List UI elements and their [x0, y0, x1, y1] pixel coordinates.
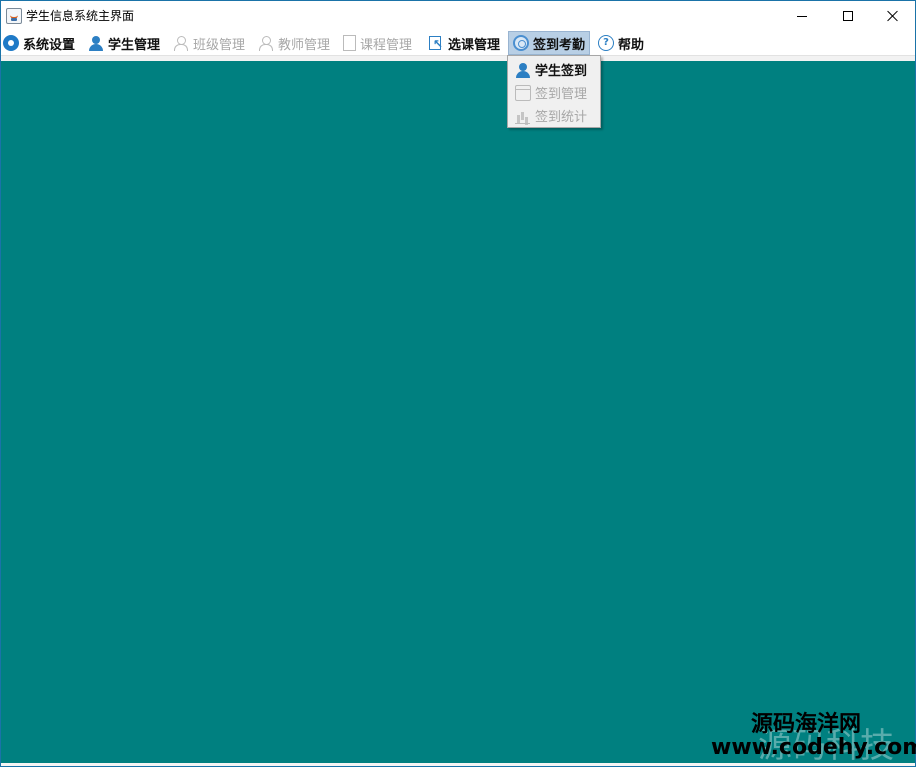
menu-item-label: 签到统计: [535, 110, 588, 125]
menu-item-signin-statistics[interactable]: 签到统计: [508, 104, 600, 127]
menu-student-management[interactable]: 学生管理: [88, 31, 160, 55]
menu-item-signin-management[interactable]: 签到管理: [508, 81, 600, 104]
calendar-icon: [515, 84, 531, 101]
maximize-icon: [843, 11, 853, 21]
menu-label: 学生管理: [108, 37, 161, 53]
main-window: 学生信息系统主界面 系统设置 学生管理 班级管理 教师管理 课程管理 选课管理: [0, 0, 916, 767]
bar-chart-icon: [515, 108, 531, 124]
menu-label: 帮助: [618, 37, 645, 53]
menu-item-student-signin[interactable]: 学生签到: [508, 58, 600, 81]
title-bar[interactable]: 学生信息系统主界面: [1, 1, 915, 31]
menu-item-label: 学生签到: [535, 64, 588, 79]
attendance-dropdown-menu: 学生签到 签到管理 签到统计: [507, 55, 601, 128]
student-icon: [88, 35, 104, 51]
menu-label: 签到考勤: [533, 37, 586, 53]
teacher-icon: [258, 35, 274, 51]
menu-help[interactable]: ? 帮助: [598, 31, 644, 55]
select-course-icon: [428, 35, 444, 51]
menu-item-label: 签到管理: [535, 87, 588, 102]
menu-teacher-management[interactable]: 教师管理: [258, 31, 330, 55]
help-icon: ?: [598, 35, 614, 51]
menu-label: 课程管理: [360, 37, 413, 53]
minimize-button[interactable]: [779, 1, 825, 31]
menu-course-selection[interactable]: 选课管理: [428, 31, 500, 55]
menu-course-management[interactable]: 课程管理: [343, 31, 412, 55]
menu-class-management[interactable]: 班级管理: [173, 31, 245, 55]
course-icon: [343, 35, 356, 51]
maximize-button[interactable]: [825, 1, 871, 31]
attendance-icon: [513, 35, 529, 51]
desktop-pane[interactable]: [1, 61, 915, 763]
minimize-icon: [797, 15, 807, 17]
student-icon: [515, 62, 531, 78]
window-bottom-edge: [1, 763, 915, 766]
window-title: 学生信息系统主界面: [26, 9, 135, 23]
gear-icon: [3, 35, 19, 51]
menu-attendance[interactable]: 签到考勤: [508, 31, 591, 55]
menu-label: 教师管理: [278, 37, 331, 53]
close-button[interactable]: [870, 1, 915, 31]
menu-label: 班级管理: [193, 37, 246, 53]
menu-label: 系统设置: [23, 37, 76, 53]
close-icon: [887, 10, 899, 22]
java-app-icon: [6, 8, 22, 24]
menu-bar: 系统设置 学生管理 班级管理 教师管理 课程管理 选课管理 签到考勤 ? 帮助: [1, 31, 915, 55]
menu-label: 选课管理: [448, 37, 501, 53]
menu-system-settings[interactable]: 系统设置: [3, 31, 75, 55]
class-icon: [173, 35, 189, 51]
